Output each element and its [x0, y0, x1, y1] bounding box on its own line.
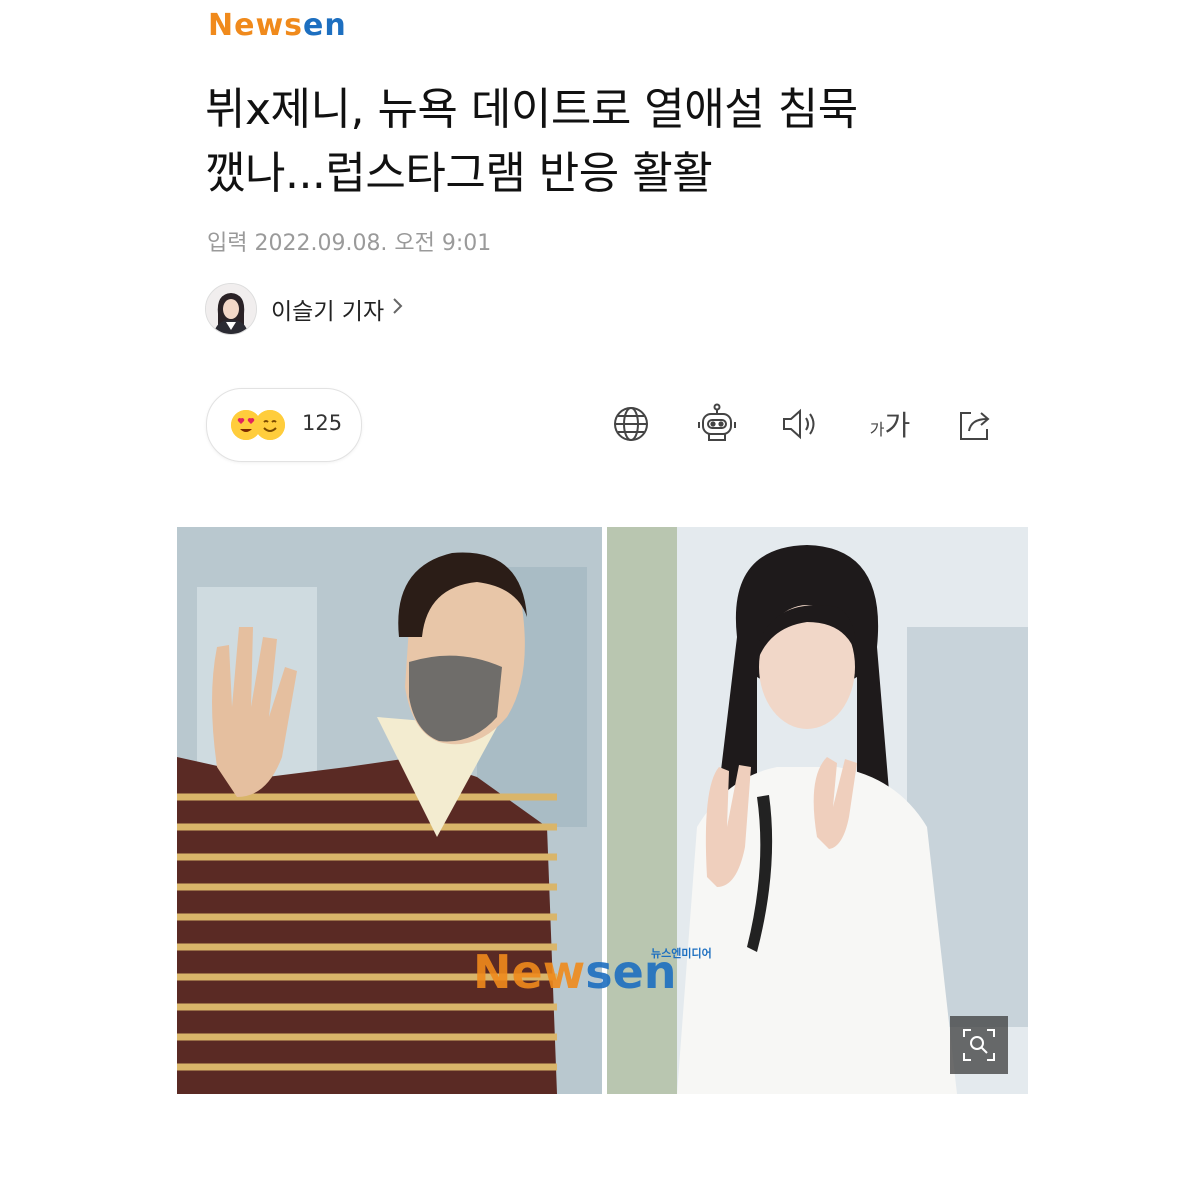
logo-ews: ews	[234, 8, 304, 43]
watermark-orange: New	[473, 945, 586, 999]
robot-icon	[698, 403, 736, 441]
logo-n: N	[208, 8, 235, 43]
chevron-right-icon	[392, 296, 404, 322]
publish-date: 입력 2022.09.08. 오전 9:01	[207, 231, 492, 256]
reaction-button[interactable]: 125	[206, 388, 362, 462]
headline-line-1: 뷔x제니, 뉴욕 데이트로 열애설 침묵	[205, 84, 858, 135]
logo-en: en	[303, 8, 347, 43]
watermark-subtitle: 뉴스엔미디어	[651, 947, 712, 960]
newsen-logo[interactable]: Newsen	[208, 8, 347, 43]
translate-button[interactable]	[609, 402, 653, 446]
article-headline: 뷔x제니, 뉴욕 데이트로 열애설 침묵 깼나...럽스타그램 반응 활활	[205, 78, 1025, 206]
summary-bot-button[interactable]	[695, 402, 739, 446]
font-large-glyph: 가	[884, 409, 911, 442]
font-size-button[interactable]: 가가	[864, 402, 916, 446]
photo-left-man-waving	[177, 527, 602, 1094]
font-size-icon: 가가	[870, 404, 911, 444]
share-button[interactable]	[953, 402, 997, 446]
photo-zoom-button[interactable]	[950, 1016, 1008, 1074]
read-aloud-button[interactable]	[779, 402, 823, 446]
photo-right-woman	[607, 527, 1028, 1094]
heart-eyes-emoji-icon	[231, 410, 261, 440]
share-icon	[960, 412, 990, 440]
globe-icon	[614, 407, 648, 441]
author-name: 이슬기 기자	[271, 299, 385, 325]
article-photo[interactable]: Newsen 뉴스엔미디어	[177, 527, 1028, 1094]
speaker-icon	[783, 408, 815, 440]
author-avatar	[205, 283, 257, 335]
author-link[interactable]: 이슬기 기자	[205, 283, 404, 335]
font-small-glyph: 가	[869, 420, 885, 439]
reaction-count: 125	[302, 411, 343, 435]
headline-line-2: 깼나...럽스타그램 반응 활활	[205, 148, 713, 199]
photo-watermark: Newsen	[473, 945, 677, 999]
zoom-icon	[963, 1029, 995, 1061]
